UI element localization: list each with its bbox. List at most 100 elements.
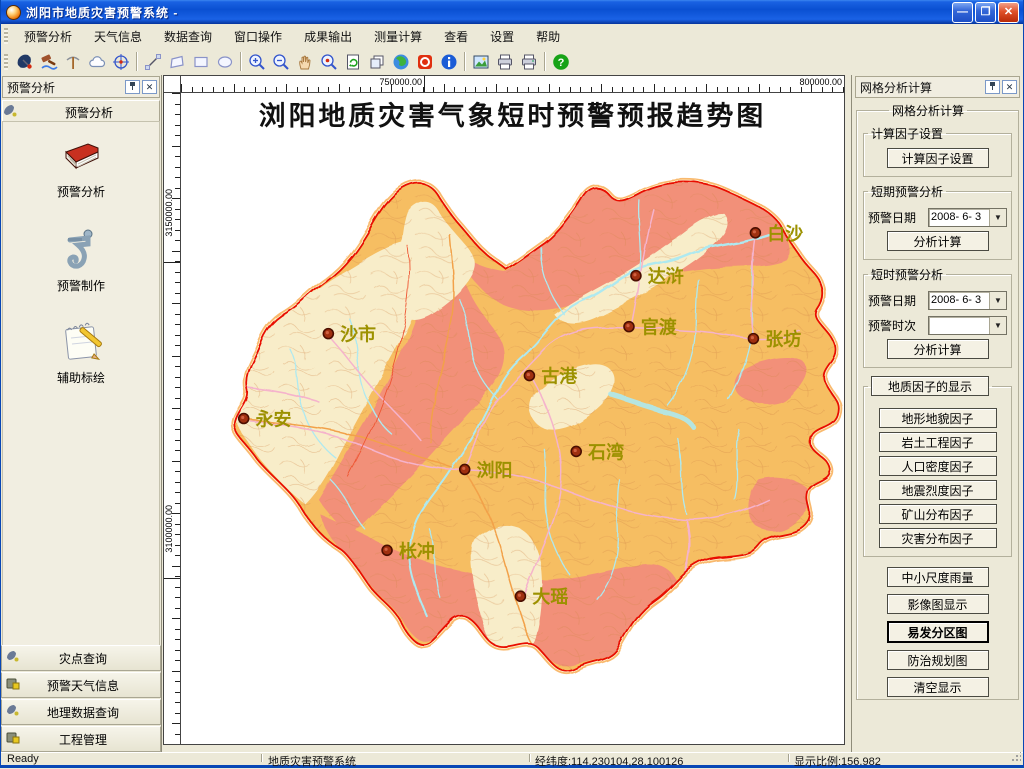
help-icon[interactable]: ? [549, 50, 573, 73]
ellipse-tool-icon[interactable] [213, 50, 237, 73]
display-buttons: 中小尺度雨量 影像图显示 易发分区图 防治规划图 清空显示 [861, 567, 1014, 697]
refresh-page-icon[interactable] [341, 50, 365, 73]
tool-item-warning-analysis[interactable]: 预警分析 [57, 136, 105, 200]
radar-icon[interactable] [13, 50, 37, 73]
status-scale: 显示比例:156.982 [794, 753, 881, 769]
menu-measure[interactable]: 测量计算 [363, 25, 433, 48]
printer-icon[interactable] [517, 50, 541, 73]
dish-icon [6, 650, 20, 666]
map-canvas[interactable]: 浏阳地质灾害气象短时预警预报趋势图 [181, 93, 845, 745]
menu-output[interactable]: 成果输出 [293, 25, 363, 48]
app-window: 浏阳市地质灾害预警系统 - — ❐ ✕ 预警分析 天气信息 数据查询 窗口操作 … [0, 0, 1024, 768]
tool-item-aux-plot[interactable]: 辅助标绘 [57, 320, 105, 386]
ruler-y-label: 3150000.00 [164, 189, 174, 237]
pickaxe-icon[interactable] [61, 50, 85, 73]
menu-window-ops[interactable]: 窗口操作 [223, 25, 293, 48]
group-bar-label: 工程管理 [20, 731, 160, 748]
tool-item-label: 预警分析 [57, 183, 105, 200]
rectangle-tool-icon[interactable] [189, 50, 213, 73]
warning-date-label: 预警日期 [868, 292, 924, 309]
print-preview-icon[interactable] [493, 50, 517, 73]
status-bar: Ready 地质灾害预警系统 经纬度:114.230104,28.100126 … [1, 752, 1023, 768]
globe-icon[interactable] [389, 50, 413, 73]
gavel-icon[interactable] [37, 50, 61, 73]
zoom-out-icon[interactable] [269, 50, 293, 73]
menu-bar: 预警分析 天气信息 数据查询 窗口操作 成果输出 测量计算 查看 设置 帮助 [1, 24, 1023, 49]
ruler-x-label: 800000.00 [799, 77, 844, 87]
pan-icon[interactable] [293, 50, 317, 73]
minimize-button[interactable]: — [952, 2, 973, 23]
short-term-calc-button[interactable]: 分析计算 [887, 231, 989, 251]
terrain-factor-button[interactable]: 地形地貌因子 [879, 408, 997, 428]
short-time-date-select[interactable]: 2008- 6- 3 ▼ [928, 291, 1007, 310]
vertical-ruler: 3150000.00 3100000.00 [163, 93, 181, 745]
menu-warning-analysis[interactable]: 预警分析 [13, 25, 83, 48]
dish-icon [6, 704, 20, 720]
mine-factor-button[interactable]: 矿山分布因子 [879, 504, 997, 524]
zoom-in-icon[interactable] [245, 50, 269, 73]
chevron-down-icon[interactable]: ▼ [989, 209, 1006, 226]
stop-icon[interactable] [413, 50, 437, 73]
rainfall-button[interactable]: 中小尺度雨量 [887, 567, 989, 587]
city-label: 古港 [541, 366, 578, 387]
prevention-plan-button[interactable]: 防治规划图 [887, 650, 989, 670]
zoom-select-icon[interactable] [317, 50, 341, 73]
group-bar-disaster-query[interactable]: 灾点查询 [1, 645, 161, 671]
city-label: 永安 [256, 408, 292, 429]
calc-factor-group-title: 计算因子设置 [868, 125, 946, 142]
maximize-button[interactable]: ❐ [975, 2, 996, 23]
svg-text:?: ? [558, 57, 565, 69]
grid-analysis-group-title: 网格分析计算 [889, 102, 967, 119]
chevron-down-icon[interactable]: ▼ [989, 317, 1006, 334]
image-icon[interactable] [469, 50, 493, 73]
calc-factor-group: 计算因子设置 计算因子设置 [863, 125, 1012, 177]
cloud-icon[interactable] [85, 50, 109, 73]
disaster-factor-button[interactable]: 灾害分布因子 [879, 528, 997, 548]
warning-period-select[interactable]: ▼ [928, 316, 1007, 335]
short-time-calc-button[interactable]: 分析计算 [887, 339, 989, 359]
close-panel-icon[interactable]: ✕ [142, 80, 157, 94]
menu-grip[interactable] [4, 28, 8, 44]
line-tool-icon[interactable] [141, 50, 165, 73]
close-button[interactable]: ✕ [998, 2, 1019, 23]
susceptibility-map-button[interactable]: 易发分区图 [887, 621, 989, 643]
geotech-factor-button[interactable]: 岩土工程因子 [879, 432, 997, 452]
city-label: 张坊 [765, 329, 801, 350]
menu-weather-info[interactable]: 天气信息 [83, 25, 153, 48]
polygon-tool-icon[interactable] [165, 50, 189, 73]
warning-date-select[interactable]: 2008- 6- 3 ▼ [928, 208, 1007, 227]
map-region: 750000.00 800000.00 3150000.00 3100000.0… [162, 75, 851, 752]
chevron-down-icon[interactable]: ▼ [989, 292, 1006, 309]
warning-period-label: 预警时次 [868, 317, 924, 334]
left-panel-title: 预警分析 [3, 79, 125, 96]
group-bar-project-mgmt[interactable]: 工程管理 [1, 726, 161, 752]
warning-date-label: 预警日期 [868, 209, 924, 226]
group-bar-label: 地理数据查询 [20, 704, 160, 721]
target-icon[interactable] [109, 50, 133, 73]
device-icon [6, 677, 20, 693]
clear-display-button[interactable]: 清空显示 [887, 677, 989, 697]
calc-factor-setting-button[interactable]: 计算因子设置 [887, 148, 989, 168]
warning-period-value [929, 317, 989, 334]
menu-data-query[interactable]: 数据查询 [153, 25, 223, 48]
seismic-factor-button[interactable]: 地震烈度因子 [879, 480, 997, 500]
info-icon[interactable] [437, 50, 461, 73]
population-factor-button[interactable]: 人口密度因子 [879, 456, 997, 476]
imagery-button[interactable]: 影像图显示 [887, 594, 989, 614]
right-panel-title: 网格分析计算 [856, 79, 985, 96]
geo-factor-display-button[interactable]: 地质因子的显示 [871, 376, 989, 396]
group-bar-weather-info[interactable]: 预警天气信息 [1, 672, 161, 698]
menu-view[interactable]: 查看 [433, 25, 479, 48]
menu-settings[interactable]: 设置 [479, 25, 525, 48]
pin-icon[interactable] [985, 80, 1000, 94]
pin-icon[interactable] [125, 80, 140, 94]
group-bar-geo-data-query[interactable]: 地理数据查询 [1, 699, 161, 725]
copy-view-icon[interactable] [365, 50, 389, 73]
resize-grip[interactable] [1011, 752, 1021, 762]
tool-item-warning-production[interactable]: 预警制作 [57, 226, 105, 294]
menu-help[interactable]: 帮助 [525, 25, 571, 48]
toolbar-grip[interactable] [4, 54, 8, 70]
left-panel-groups: 灾点查询 预警天气信息 地理数据查询 工程管理 [1, 644, 161, 752]
close-panel-icon[interactable]: ✕ [1002, 80, 1017, 94]
stamp-icon [58, 226, 104, 273]
